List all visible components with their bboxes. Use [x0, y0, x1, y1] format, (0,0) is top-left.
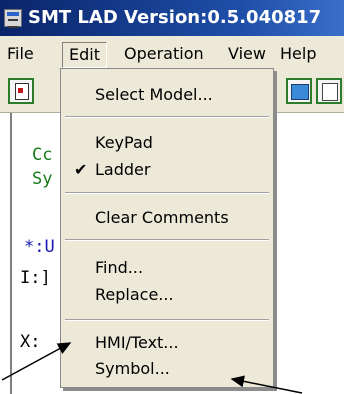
menu-item-label: KeyPad [95, 133, 153, 152]
menu-help[interactable]: Help [280, 44, 316, 63]
document-icon[interactable] [316, 78, 342, 104]
title-bar: SMT LAD Version:0.5.040817 [0, 0, 344, 36]
workspace-label-line: *:U [24, 237, 55, 257]
menu-separator [65, 239, 269, 241]
menu-item-label: Select Model... [95, 85, 213, 104]
menu-item-label: Symbol... [95, 359, 170, 378]
new-file-icon[interactable] [8, 78, 34, 104]
menu-operation[interactable]: Operation [124, 44, 204, 63]
menu-item-label: Clear Comments [95, 208, 229, 227]
workspace-comment-line: Sy [32, 169, 53, 189]
menu-item-label: Find... [95, 258, 144, 277]
menu-separator [65, 319, 269, 321]
window-title: SMT LAD Version:0.5.040817 [28, 7, 322, 28]
menu-separator [65, 192, 269, 194]
menu-bar: File Edit Operation View Help [0, 36, 344, 71]
workspace-code-line: I:] [20, 268, 51, 288]
workspace-comment-line: Cc [32, 145, 53, 165]
workspace-border [10, 113, 12, 394]
app-icon[interactable] [4, 9, 22, 28]
menu-file[interactable]: File [7, 44, 34, 63]
menu-item-label: Replace... [95, 285, 174, 304]
monitor-icon[interactable] [286, 78, 312, 104]
menu-edit[interactable]: Edit [62, 42, 107, 68]
edit-menu-dropdown: Select Model... KeyPad ✔ Ladder Clear Co… [60, 68, 274, 388]
check-icon: ✔ [74, 160, 88, 179]
workspace-code-line: X: [20, 332, 41, 352]
menu-view[interactable]: View [228, 44, 266, 63]
menu-item-label: HMI/Text... [95, 333, 179, 352]
menu-separator [65, 116, 269, 118]
menu-item-label: Ladder [95, 160, 151, 179]
